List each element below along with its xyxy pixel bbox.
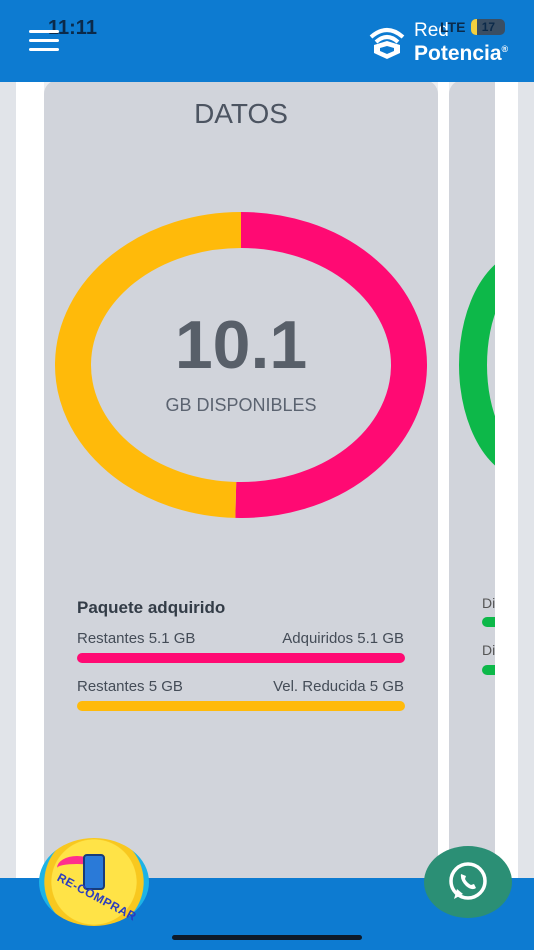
next-card-bar-2 <box>482 665 495 675</box>
next-card-label-2: Di <box>482 642 495 658</box>
page-gap-right <box>495 82 518 878</box>
battery-icon: 17 <box>471 19 506 35</box>
left-page-edge <box>0 82 16 878</box>
whatsapp-icon <box>449 862 487 900</box>
page-gap-mid <box>438 82 449 878</box>
menu-icon[interactable] <box>29 30 59 52</box>
right-page-edge <box>518 82 534 878</box>
data-progress-bar-1 <box>77 653 405 663</box>
whatsapp-button[interactable] <box>424 846 512 918</box>
purchased-label: Adquiridos 5.1 GB <box>282 630 404 647</box>
brand-name-line2: Potencia <box>414 42 502 65</box>
brand-registered-mark: ® <box>501 44 509 54</box>
available-gb-value: 10.1 <box>174 307 308 383</box>
network-type: LTE <box>440 19 466 35</box>
remaining-label-2: Restantes 5 GB <box>77 678 183 695</box>
remaining-label-1: Restantes 5.1 GB <box>77 630 196 647</box>
next-card-donut <box>459 250 495 480</box>
page-gap-left <box>16 82 44 878</box>
next-card-label-1: Di <box>482 595 495 611</box>
available-gb-label: GB DISPONIBLES <box>165 395 317 415</box>
data-progress-bar-2 <box>77 701 405 711</box>
reduced-speed-label: Vel. Reducida 5 GB <box>273 678 404 695</box>
app-header: 11:11 Red Potencia® LTE 17 <box>0 0 534 82</box>
recompra-button[interactable]: RE-COMPRAR <box>39 838 149 926</box>
status-indicators: LTE 17 <box>440 19 506 35</box>
package-title: Paquete adquirido <box>77 598 226 617</box>
next-card[interactable]: Di Di <box>449 80 495 890</box>
next-card-bar-1 <box>482 617 495 627</box>
card-title: DATOS <box>194 98 288 129</box>
wifi-logo-icon <box>369 27 405 59</box>
home-indicator <box>172 935 362 940</box>
battery-level: 17 <box>481 20 496 34</box>
